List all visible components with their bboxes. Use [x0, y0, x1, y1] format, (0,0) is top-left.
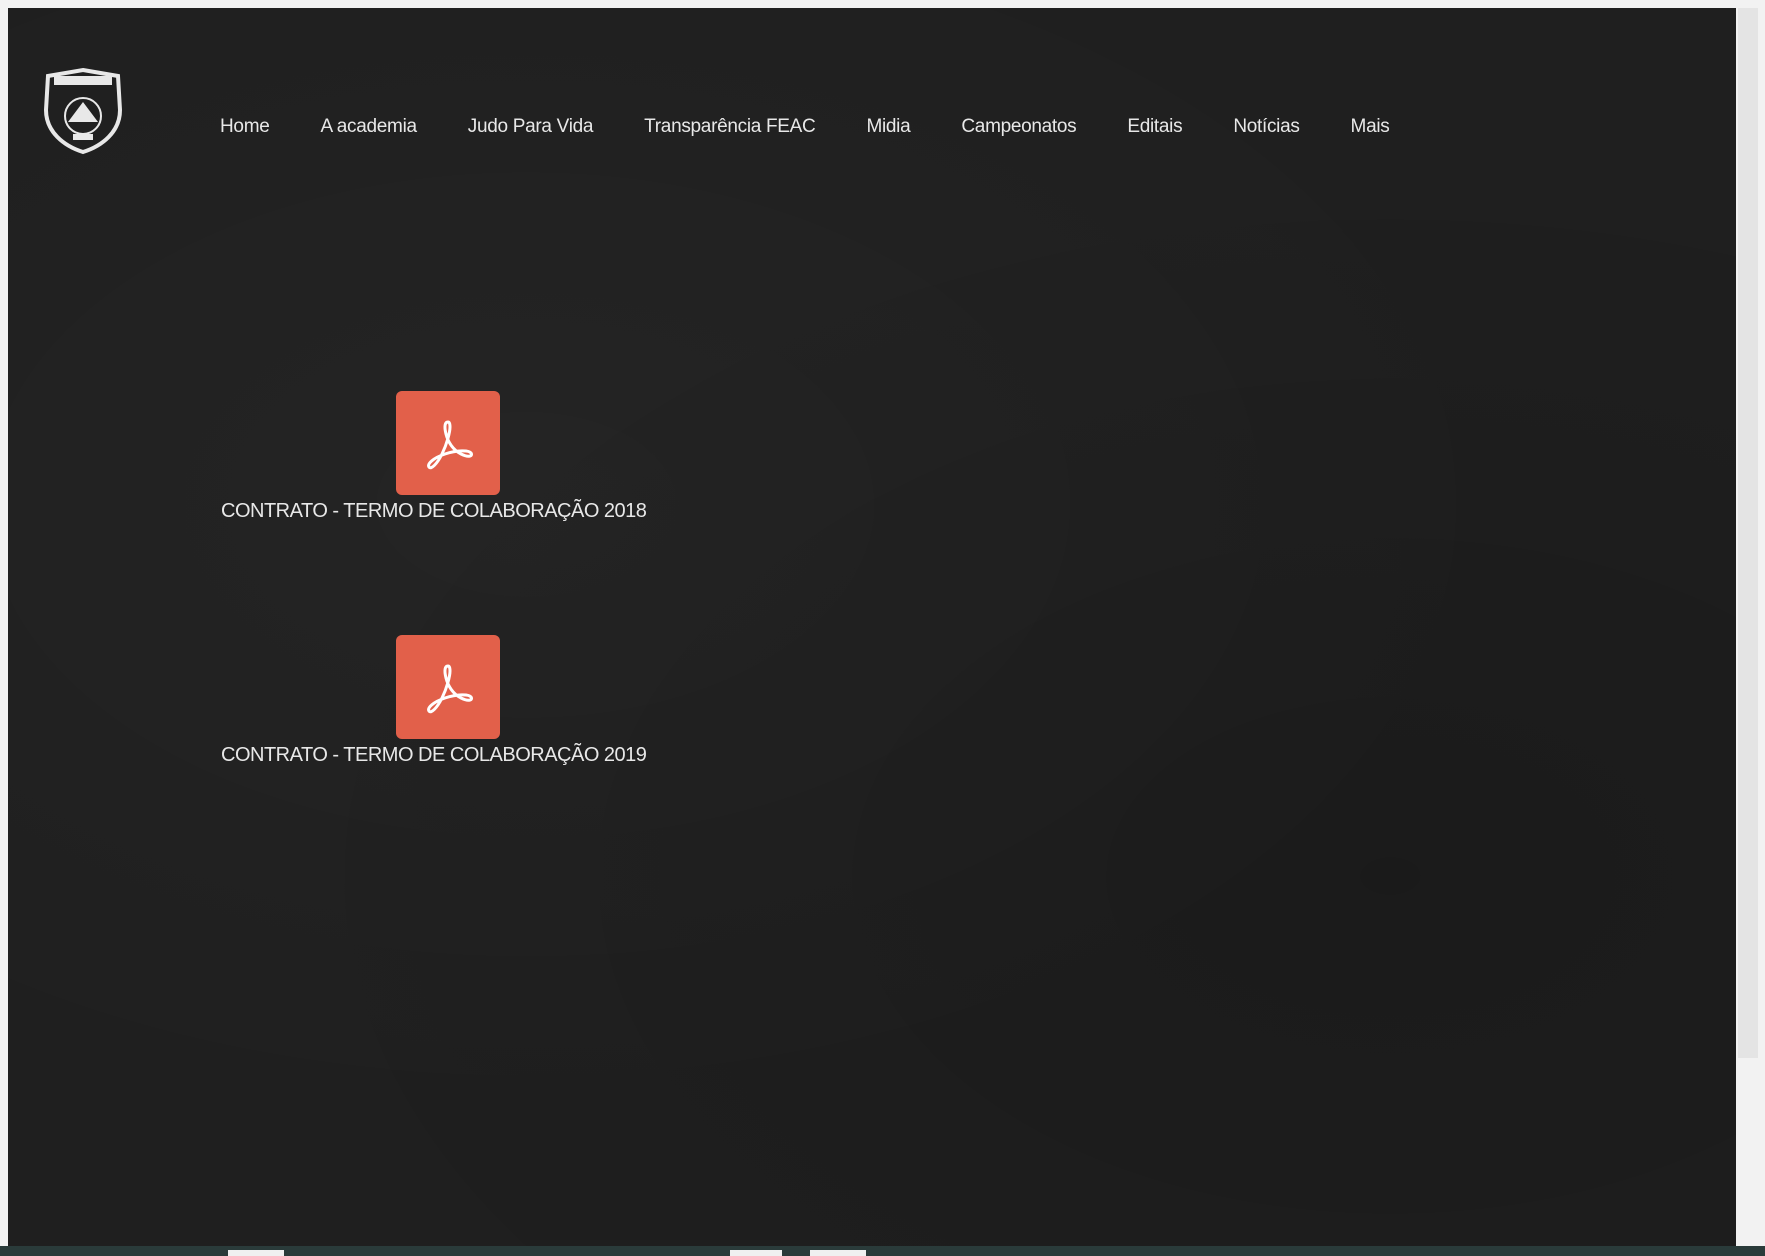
nav-academia[interactable]: A academia: [320, 116, 417, 138]
nav-editais[interactable]: Editais: [1127, 116, 1182, 138]
academy-logo[interactable]: [38, 66, 128, 156]
pdf-icon[interactable]: [396, 635, 500, 739]
nav-judo-para-vida[interactable]: Judo Para Vida: [468, 116, 594, 138]
nav-transparencia-feac[interactable]: Transparência FEAC: [644, 116, 816, 138]
scrollbar-track[interactable]: [1738, 8, 1758, 1058]
document-label[interactable]: CONTRATO - TERMO DE COLABORAÇÃO 2019: [221, 744, 647, 767]
nav-midia[interactable]: Midia: [866, 116, 910, 138]
nav-campeonatos[interactable]: Campeonatos: [961, 116, 1076, 138]
nav-noticias[interactable]: Notícias: [1233, 116, 1300, 138]
pdf-icon[interactable]: [396, 391, 500, 495]
main-nav: Home A academia Judo Para Vida Transparê…: [220, 116, 1390, 138]
page-background: Home A academia Judo Para Vida Transparê…: [8, 8, 1736, 1248]
document-label[interactable]: CONTRATO - TERMO DE COLABORAÇÃO 2018: [221, 500, 647, 523]
nav-mais[interactable]: Mais: [1351, 116, 1390, 138]
nav-home[interactable]: Home: [220, 116, 270, 138]
